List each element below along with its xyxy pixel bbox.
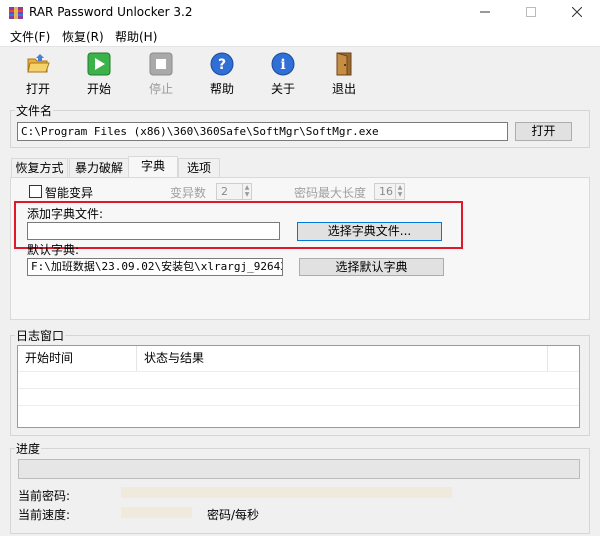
progress-bar <box>18 459 580 479</box>
mutation-count-label: 变异数 <box>170 186 207 200</box>
about-tool-button[interactable]: i 关于 <box>259 50 307 96</box>
log-group-label: 日志窗口 <box>15 327 66 344</box>
max-password-length-label: 密码最大长度 <box>294 186 367 200</box>
smart-mutation-checkbox[interactable] <box>29 185 42 198</box>
tab-recovery-method[interactable]: 恢复方式 <box>11 158 68 178</box>
about-tool-label: 关于 <box>270 82 295 96</box>
exit-door-icon <box>336 52 352 76</box>
file-path-input[interactable]: C:\Program Files (x86)\360\360Safe\SoftM… <box>17 122 508 141</box>
speed-unit-label: 密码/每秒 <box>207 508 260 522</box>
log-row-line <box>18 405 579 406</box>
tab-dictionary[interactable]: 字典 <box>128 156 178 179</box>
spin-down-icon: ▼ <box>244 191 250 198</box>
mutation-count-input[interactable]: 2 <box>216 183 243 200</box>
log-column-start-time[interactable]: 开始时间 <box>18 346 137 371</box>
open-file-button[interactable]: 打开 <box>515 122 572 141</box>
max-password-length-input[interactable]: 16 <box>374 183 396 200</box>
menu-recover[interactable]: 恢复(R) <box>62 28 104 45</box>
maximize-button[interactable] <box>508 0 554 26</box>
open-folder-icon <box>27 54 50 73</box>
window-title: RAR Password Unlocker 3.2 <box>29 5 193 19</box>
spin-up-icon: ▲ <box>397 184 403 191</box>
tab-options[interactable]: 选项 <box>178 158 220 178</box>
file-name-group-label: 文件名 <box>15 102 54 119</box>
start-tool-label: 开始 <box>86 82 111 96</box>
smart-mutation-label: 智能变异 <box>45 186 94 200</box>
exit-tool-button[interactable]: 退出 <box>320 50 368 96</box>
progress-group-label: 进度 <box>15 440 42 457</box>
maximize-icon <box>526 7 536 17</box>
svg-text:i: i <box>280 57 285 73</box>
open-tool-label: 打开 <box>25 82 50 96</box>
current-speed-label: 当前速度: <box>18 508 71 522</box>
minimize-icon <box>480 11 490 13</box>
minimize-button[interactable] <box>462 0 508 26</box>
close-icon <box>571 6 583 18</box>
close-button[interactable] <box>554 0 600 26</box>
choose-default-dictionary-button[interactable]: 选择默认字典 <box>299 258 444 276</box>
current-password-value <box>121 487 452 498</box>
open-tool-button[interactable]: 打开 <box>14 50 62 96</box>
help-tool-label: 帮助 <box>209 82 234 96</box>
default-dictionary-label: 默认字典: <box>27 243 80 257</box>
current-password-label: 当前密码: <box>18 489 71 503</box>
exit-tool-label: 退出 <box>331 82 356 96</box>
app-icon <box>8 5 24 21</box>
svg-text:?: ? <box>218 57 226 73</box>
log-row-line <box>18 388 579 389</box>
tab-brute-force[interactable]: 暴力破解 <box>69 158 129 178</box>
stop-tool-label: 停止 <box>148 82 173 96</box>
menu-file[interactable]: 文件(F) <box>10 28 50 45</box>
start-tool-button[interactable]: 开始 <box>75 50 123 96</box>
stop-tool-button[interactable]: 停止 <box>137 50 185 96</box>
stop-icon <box>149 52 173 76</box>
spin-up-icon: ▲ <box>244 184 250 191</box>
help-tool-button[interactable]: ? 帮助 <box>198 50 246 96</box>
log-column-status-result[interactable]: 状态与结果 <box>137 346 548 371</box>
spin-down-icon: ▼ <box>397 191 403 198</box>
menu-help[interactable]: 帮助(H) <box>115 28 157 45</box>
max-password-length-spinner[interactable]: ▲ ▼ <box>395 183 405 200</box>
log-header-divider <box>18 371 579 372</box>
mutation-count-spinner[interactable]: ▲ ▼ <box>242 183 252 200</box>
info-icon: i <box>271 52 295 76</box>
play-icon <box>87 52 111 76</box>
question-icon: ? <box>210 52 234 76</box>
highlight-annotation <box>14 201 463 249</box>
current-speed-value <box>121 507 192 518</box>
default-dictionary-input[interactable]: F:\加班数据\23.09.02\安装包\xlrargj_92643\ <box>27 258 283 276</box>
